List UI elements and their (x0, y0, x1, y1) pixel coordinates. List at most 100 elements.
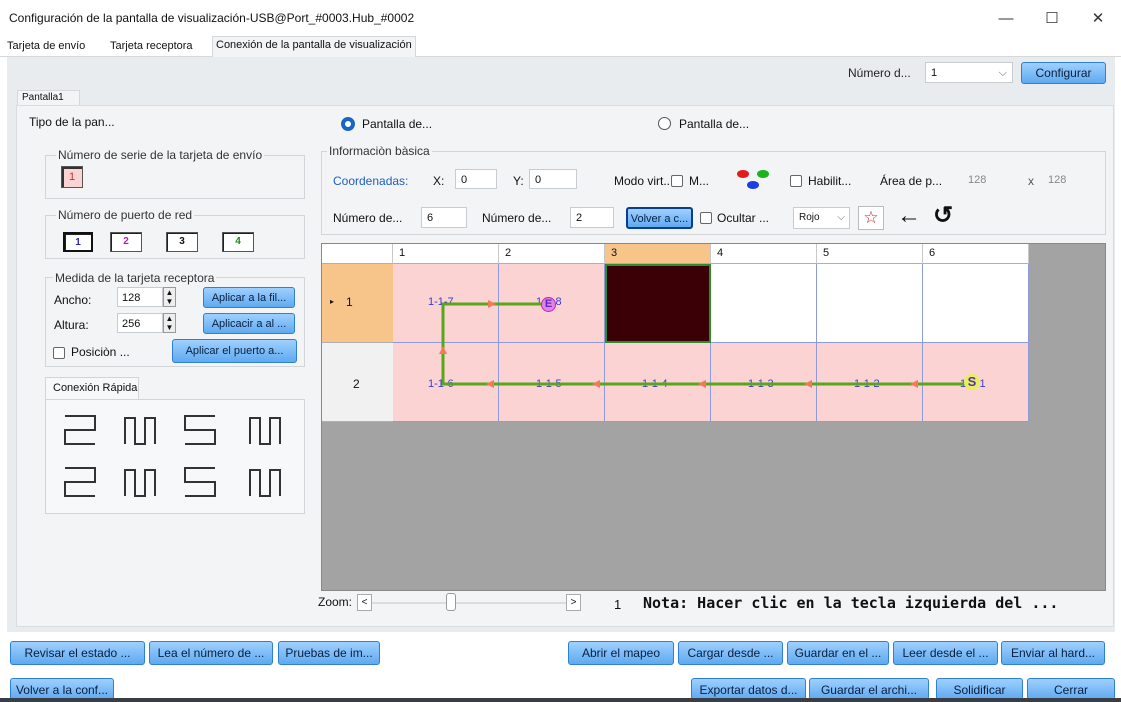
load-from-button[interactable]: Cargar desde ... (678, 641, 783, 665)
apply-row-button[interactable]: Aplicar a la fil... (203, 287, 295, 308)
start-marker: S (964, 374, 980, 390)
height-label: Altura: (54, 318, 89, 332)
zoom-slider-handle[interactable] (446, 593, 456, 611)
back-to-config-button[interactable]: Volver a la conf... (10, 678, 114, 700)
zoom-label: Zoom: (318, 595, 353, 609)
numero-select-value: 1 (931, 67, 938, 79)
arrow-left-icon[interactable]: ← (897, 203, 921, 229)
tab-conexion-pantalla[interactable]: Conexión de la pantalla de visualización (212, 36, 416, 57)
width-label: Ancho: (54, 293, 92, 307)
send-to-hardware-button[interactable]: Enviar al hard... (1001, 641, 1105, 665)
hide-checkbox[interactable] (700, 212, 712, 224)
mapping-grid[interactable]: 1 2 3 4 5 6 ▸ 1 2 1-1-7 1-1-8 1-1-6 1-1-… (321, 243, 1106, 591)
ports-title: Número de puerto de red (56, 208, 195, 222)
width-input[interactable]: 128 (117, 287, 163, 307)
height-spinner[interactable]: ▲ ▼ (163, 313, 176, 333)
tab-pantalla1[interactable]: Pantalla1 (17, 90, 80, 106)
rows-input[interactable]: 6 (421, 207, 467, 228)
apply-col-button[interactable]: Aplicacir a al ... (203, 313, 295, 334)
taskbar-edge (0, 698, 1121, 702)
color-select-value: Rojo (799, 212, 820, 223)
radio-pantalla-1[interactable] (341, 117, 355, 131)
star-icon[interactable]: ☆ (858, 206, 884, 230)
height-input[interactable]: 256 (117, 313, 163, 333)
quick-connect-tab[interactable]: Conexión Rápida (45, 377, 139, 399)
x-label: X: (433, 174, 445, 188)
send-card-number[interactable]: 1 (61, 166, 83, 188)
read-from-button[interactable]: Leer desde el ... (893, 641, 998, 665)
apply-port-button[interactable]: Aplicar el puerto a... (172, 339, 297, 363)
back-button[interactable]: Volver a c... (626, 207, 693, 229)
solidify-button[interactable]: Solidificar (936, 678, 1023, 700)
area-height: 128 (1042, 169, 1086, 189)
save-to-button[interactable]: Guardar en el ... (787, 641, 889, 665)
radio-pantalla-1-label: Pantalla de... (362, 117, 433, 131)
enable-checkbox[interactable] (790, 175, 802, 187)
port-button-2[interactable]: 2 (110, 232, 142, 252)
pattern-8-icon[interactable] (249, 469, 281, 497)
rows-label: Número de... (333, 211, 403, 225)
receiver-title: Medida de la tarjeta receptora (53, 271, 217, 285)
position-label: Posiciòn ... (71, 345, 130, 359)
tab-tarjeta-receptora[interactable]: Tarjeta receptora (107, 38, 196, 57)
close-button[interactable]: Cerrar (1027, 678, 1115, 700)
maximize-button[interactable]: ☐ (1030, 4, 1074, 32)
window-title: Configuración de la pantalla de visualiz… (9, 11, 415, 25)
zoom-left-button[interactable]: < (357, 594, 372, 611)
undo-icon[interactable]: ↺ (933, 203, 953, 229)
y-label: Y: (513, 174, 524, 188)
export-data-button[interactable]: Exportar datos d... (691, 678, 806, 700)
y-input[interactable]: 0 (529, 169, 577, 189)
save-file-button[interactable]: Guardar el archi... (809, 678, 929, 700)
coords-label: Coordenadas: (333, 174, 409, 188)
pattern-5-icon[interactable] (64, 467, 96, 497)
tab-tarjeta-envio[interactable]: Tarjeta de envío (4, 38, 88, 57)
cols-label: Número de... (482, 211, 552, 225)
pattern-4-icon[interactable] (249, 417, 281, 445)
radio-pantalla-2-label: Pantalla de... (679, 117, 750, 131)
port-button-4[interactable]: 4 (222, 232, 254, 252)
zoom-right-button[interactable]: > (566, 594, 581, 611)
port-button-3[interactable]: 3 (166, 232, 198, 252)
chevron-down-icon: ⌵ (837, 212, 845, 223)
pattern-2-icon[interactable] (124, 417, 156, 445)
pattern-6-icon[interactable] (124, 469, 156, 497)
virtual-mode-label: Modo virt... (614, 174, 674, 188)
position-checkbox[interactable] (53, 347, 65, 359)
zoom-value: 1 (614, 597, 622, 612)
note-text: Nota: Hacer clic en la tecla izquierda d… (643, 594, 1059, 612)
pattern-1-icon[interactable] (64, 415, 96, 445)
enable-label: Habilit... (808, 174, 852, 188)
connection-path (439, 300, 973, 388)
send-card-title: Número de serie de la tarjeta de envío (56, 148, 265, 162)
m-label: M... (689, 174, 709, 188)
pattern-3-icon[interactable] (184, 415, 216, 445)
area-width: 128 (962, 169, 1014, 189)
pattern-7-icon[interactable] (184, 467, 216, 497)
type-label: Tipo de la pan... (29, 115, 115, 129)
port-button-1[interactable]: 1 (63, 232, 93, 252)
basic-info-title: Informaciòn bàsica (327, 144, 432, 158)
numero-select[interactable]: 1 ⌵ (925, 62, 1013, 83)
read-number-button[interactable]: Lea el número de ... (149, 641, 273, 665)
end-marker: E (541, 297, 556, 312)
quick-connect-patterns (64, 415, 281, 497)
m-checkbox[interactable] (671, 175, 683, 187)
x-input[interactable]: 0 (455, 169, 497, 189)
numero-label: Número d... (848, 66, 911, 80)
open-mapping-button[interactable]: Abrir el mapeo (568, 641, 674, 665)
area-x: x (1028, 174, 1034, 188)
chevron-down-icon: ⌵ (998, 67, 1007, 79)
minimize-button[interactable]: — (984, 4, 1028, 32)
color-select[interactable]: Rojo ⌵ (793, 207, 850, 229)
area-label: Área de p... (880, 174, 943, 188)
configure-button[interactable]: Configurar (1021, 62, 1106, 84)
image-tests-button[interactable]: Pruebas de im... (278, 641, 380, 665)
hide-label: Ocultar ... (717, 211, 770, 225)
width-spinner[interactable]: ▲ ▼ (163, 287, 176, 307)
close-window-button[interactable]: ✕ (1076, 4, 1120, 32)
check-status-button[interactable]: Revisar el estado ... (10, 641, 145, 665)
cols-input[interactable]: 2 (570, 207, 614, 228)
radio-pantalla-2[interactable] (658, 117, 671, 130)
rgb-icon[interactable] (734, 166, 772, 192)
